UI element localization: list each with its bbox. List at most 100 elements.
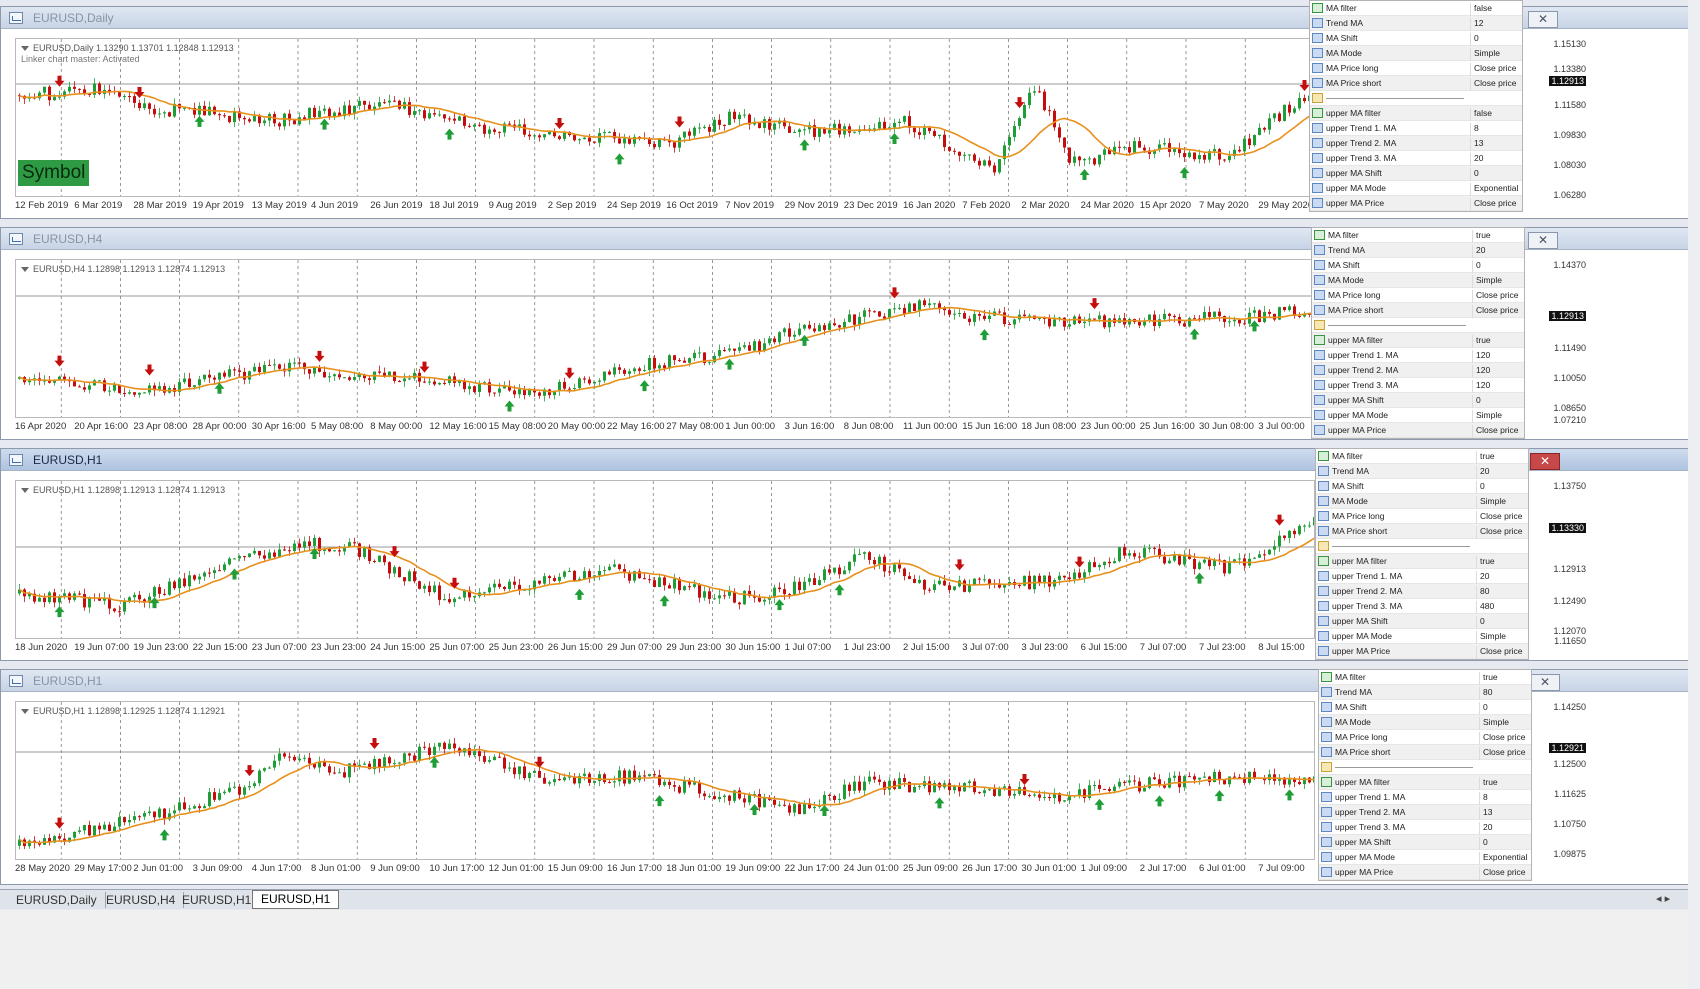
parameter-row[interactable]: upper MA Mode Simple — [1312, 408, 1524, 423]
tab-scroll-arrows[interactable]: ◂ ▸ — [1656, 892, 1670, 905]
parameter-row[interactable]: MA Price long Close price — [1312, 288, 1524, 303]
parameter-row[interactable] — [1316, 539, 1528, 554]
parameter-row[interactable]: MA Price short Close price — [1310, 76, 1522, 91]
parameter-value[interactable]: 80 — [1479, 687, 1492, 700]
parameter-value[interactable]: Exponential — [1479, 852, 1527, 865]
parameter-value[interactable]: 0 — [1472, 260, 1481, 273]
chevron-left-icon[interactable]: ◂ — [1656, 893, 1662, 905]
parameter-row[interactable]: upper MA filter true — [1312, 333, 1524, 348]
parameter-value[interactable]: 0 — [1479, 837, 1488, 850]
parameter-row[interactable]: upper MA Price Close price — [1310, 196, 1522, 211]
parameter-value[interactable]: Close price — [1479, 732, 1526, 745]
parameter-value[interactable]: 20 — [1476, 571, 1489, 584]
parameter-value[interactable]: 20 — [1479, 822, 1492, 835]
parameter-value[interactable]: 20 — [1476, 466, 1489, 479]
parameter-row[interactable]: upper MA Shift 0 — [1310, 166, 1522, 181]
parameter-row[interactable]: MA filter true — [1312, 228, 1524, 243]
parameter-value[interactable]: 80 — [1476, 586, 1489, 599]
parameter-row[interactable]: Trend MA 80 — [1319, 685, 1531, 700]
parameter-value[interactable]: Close price — [1472, 290, 1519, 303]
parameter-row[interactable]: upper MA filter true — [1319, 775, 1531, 790]
parameter-value[interactable]: 13 — [1479, 807, 1492, 820]
parameter-row[interactable]: MA Price long Close price — [1319, 730, 1531, 745]
parameter-row[interactable]: upper MA Price Close price — [1319, 865, 1531, 880]
close-button[interactable]: ✕ — [1528, 11, 1558, 28]
collapse-triangle-icon[interactable] — [21, 46, 29, 52]
parameter-row[interactable]: upper MA filter true — [1316, 554, 1528, 569]
parameter-value[interactable]: Close price — [1472, 305, 1519, 318]
parameter-value[interactable]: 120 — [1472, 380, 1490, 393]
close-button[interactable]: ✕ — [1530, 674, 1560, 691]
parameter-row[interactable]: MA filter true — [1319, 670, 1531, 685]
parameter-row[interactable]: upper Trend 1. MA 120 — [1312, 348, 1524, 363]
parameter-value[interactable]: 0 — [1472, 395, 1481, 408]
parameter-value[interactable]: 8 — [1479, 792, 1488, 805]
parameter-row[interactable]: upper MA Shift 0 — [1319, 835, 1531, 850]
parameter-row[interactable]: upper Trend 3. MA 120 — [1312, 378, 1524, 393]
chart-tab[interactable]: EURUSD,H1 — [174, 892, 261, 908]
parameter-value[interactable]: 120 — [1472, 350, 1490, 363]
price-plot[interactable]: EURUSD,H1 1.12898 1.12913 1.12874 1.1291… — [15, 480, 1315, 639]
parameter-value[interactable]: 8 — [1470, 123, 1479, 136]
parameter-row[interactable]: upper Trend 2. MA 80 — [1316, 584, 1528, 599]
parameter-value[interactable]: 20 — [1470, 153, 1483, 166]
parameter-value[interactable]: true — [1476, 451, 1495, 464]
parameter-value[interactable]: Close price — [1472, 425, 1519, 438]
parameter-value[interactable]: 12 — [1470, 18, 1483, 31]
parameter-value[interactable]: true — [1472, 230, 1491, 243]
vertical-scrollbar[interactable] — [1688, 0, 1700, 989]
parameter-value[interactable]: Close price — [1470, 198, 1517, 211]
parameter-value[interactable]: Close price — [1470, 63, 1517, 76]
parameter-row[interactable]: MA Shift 0 — [1310, 31, 1522, 46]
parameter-value[interactable]: 0 — [1476, 481, 1485, 494]
parameter-row[interactable]: MA Mode Simple — [1310, 46, 1522, 61]
parameter-value[interactable]: Exponential — [1470, 183, 1518, 196]
parameter-row[interactable]: Trend MA 20 — [1312, 243, 1524, 258]
parameter-value[interactable]: Close price — [1470, 78, 1517, 91]
parameter-row[interactable]: upper MA Price Close price — [1316, 644, 1528, 659]
parameter-row[interactable]: MA Shift 0 — [1316, 479, 1528, 494]
parameter-row[interactable]: Trend MA 20 — [1316, 464, 1528, 479]
parameter-row[interactable]: upper MA Mode Simple — [1316, 629, 1528, 644]
parameter-value[interactable]: Close price — [1476, 646, 1523, 659]
parameter-row[interactable] — [1319, 760, 1531, 775]
parameter-value[interactable]: Close price — [1479, 747, 1526, 760]
parameter-row[interactable]: MA Price long Close price — [1310, 61, 1522, 76]
parameter-value[interactable]: Simple — [1479, 717, 1509, 730]
parameter-value[interactable]: 0 — [1470, 33, 1479, 46]
parameter-row[interactable]: MA Mode Simple — [1312, 273, 1524, 288]
parameter-row[interactable]: upper Trend 1. MA 8 — [1310, 121, 1522, 136]
parameter-row[interactable] — [1310, 91, 1522, 106]
parameter-row[interactable]: MA Price long Close price — [1316, 509, 1528, 524]
parameter-row[interactable]: upper Trend 2. MA 13 — [1319, 805, 1531, 820]
parameter-value[interactable]: 0 — [1476, 616, 1485, 629]
parameter-row[interactable]: Trend MA 12 — [1310, 16, 1522, 31]
parameter-row[interactable]: upper MA Mode Exponential — [1310, 181, 1522, 196]
chevron-right-icon[interactable]: ▸ — [1665, 893, 1671, 905]
collapse-triangle-icon[interactable] — [21, 488, 29, 494]
parameter-value[interactable]: 13 — [1470, 138, 1483, 151]
price-plot[interactable]: EURUSD,H1 1.12898 1.12925 1.12874 1.1292… — [15, 701, 1315, 860]
parameter-value[interactable]: Simple — [1472, 275, 1502, 288]
input-parameters-panel[interactable]: MA filter true Trend MA 20 MA Shift 0 MA Mode S… — [1315, 448, 1529, 660]
parameter-row[interactable] — [1312, 318, 1524, 333]
close-button[interactable]: ✕ — [1530, 453, 1560, 470]
parameter-value[interactable]: Simple — [1476, 496, 1506, 509]
parameter-row[interactable]: MA filter true — [1316, 449, 1528, 464]
parameter-row[interactable]: MA Mode Simple — [1316, 494, 1528, 509]
parameter-row[interactable]: MA Mode Simple — [1319, 715, 1531, 730]
parameter-row[interactable]: MA filter false — [1310, 1, 1522, 16]
parameter-value[interactable]: true — [1472, 335, 1491, 348]
parameter-row[interactable]: MA Price short Close price — [1319, 745, 1531, 760]
chart-tab[interactable]: EURUSD,H4 — [98, 892, 185, 908]
parameter-row[interactable]: upper Trend 1. MA 8 — [1319, 790, 1531, 805]
parameter-row[interactable]: upper MA Mode Exponential — [1319, 850, 1531, 865]
parameter-value[interactable]: Close price — [1479, 867, 1526, 880]
collapse-triangle-icon[interactable] — [21, 709, 29, 715]
chart-tab[interactable]: EURUSD,H1 — [252, 890, 340, 909]
parameter-value[interactable]: true — [1479, 777, 1498, 790]
chart-tab[interactable]: EURUSD,Daily — [8, 892, 106, 908]
parameter-row[interactable]: MA Price short Close price — [1312, 303, 1524, 318]
price-plot[interactable]: EURUSD,H4 1.12898 1.12913 1.12874 1.1291… — [15, 259, 1315, 418]
parameter-value[interactable]: Simple — [1470, 48, 1500, 61]
